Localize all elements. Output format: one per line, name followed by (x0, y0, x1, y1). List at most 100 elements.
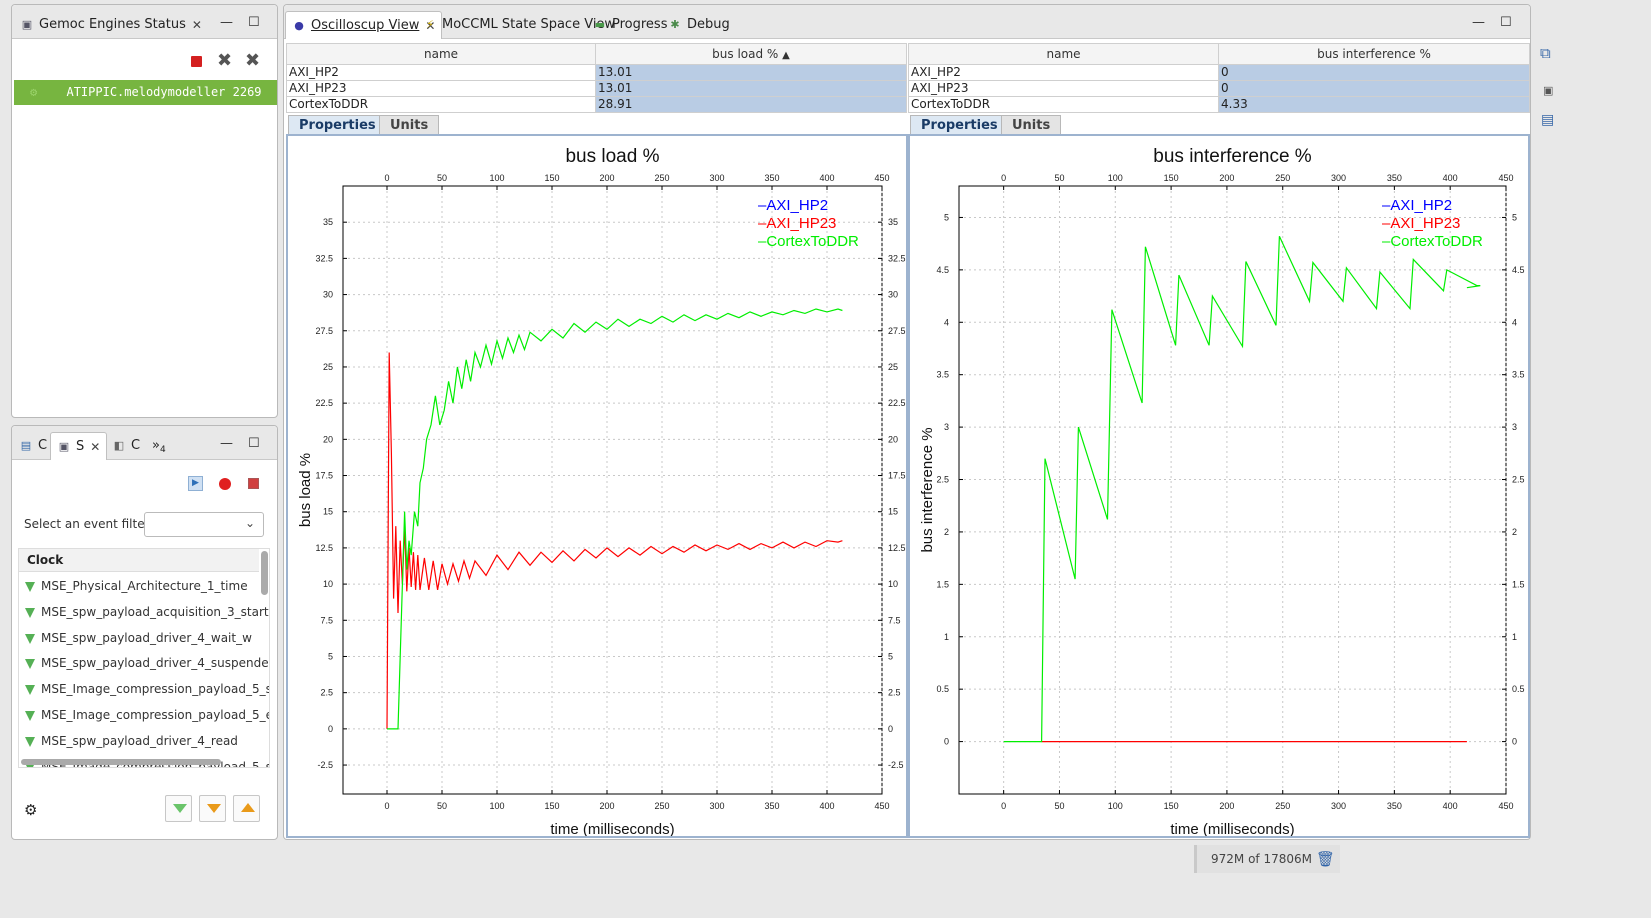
record-icon[interactable] (219, 478, 231, 490)
overflow-icon: » (152, 438, 160, 453)
clock-icon (25, 711, 35, 721)
row-value-cell: 28.91 (595, 96, 907, 113)
horizontal-scrollbar[interactable] (21, 759, 221, 765)
y-tick-label-right: 20 (888, 434, 898, 444)
restore-icon[interactable]: ⧉ (1540, 44, 1551, 62)
bus-interference-chart-svg: bus interference %0050501001001501502002… (919, 146, 1525, 836)
settings-icon[interactable]: ⚙ (24, 801, 37, 819)
x-tick-label: 250 (1275, 801, 1290, 811)
play-icon[interactable]: ▶ (188, 476, 203, 491)
clock-list: Clock MSE_Physical_Architecture_1_time MS… (18, 548, 270, 768)
minimize-icon[interactable]: — (220, 436, 233, 451)
y-tick-label: 4 (944, 317, 949, 327)
tab-debug[interactable]: ✱ Debug (662, 11, 736, 38)
y-tick-label-right: 1 (1512, 632, 1517, 642)
y-tick-label: 0 (944, 737, 949, 747)
vertical-scrollbar[interactable] (261, 551, 268, 595)
garbage-collect-icon[interactable]: 🗑 (1316, 850, 1335, 868)
stop-icon[interactable] (191, 56, 202, 67)
sort-ascending-icon: ▲ (782, 50, 790, 61)
plot-frame (342, 185, 883, 795)
chart-title: bus load % (565, 146, 659, 167)
x-tick-label: 450 (1498, 801, 1513, 811)
y-tick-label: 25 (323, 362, 333, 372)
tab-s[interactable]: ▣ S ✕ (50, 432, 108, 460)
row-value-cell: 13.01 (595, 80, 907, 97)
table-row[interactable]: CortexToDDR 28.91 (286, 96, 907, 113)
maximize-icon[interactable]: ☐ (248, 436, 260, 451)
name-column-header[interactable]: name (908, 43, 1219, 65)
clock-column-header[interactable]: Clock (19, 549, 259, 572)
tab-c1[interactable]: ▤ C (13, 432, 53, 459)
y-tick-label-right: 2 (1512, 527, 1517, 537)
minimized-view-icon[interactable]: ▣ (1543, 84, 1553, 97)
remove-all-icon[interactable]: ✖ (245, 50, 260, 71)
list-item[interactable]: MSE_Image_compression_payload_5_stop (41, 682, 269, 696)
series-line-cortextoddr (1003, 236, 1481, 743)
list-item[interactable]: MSE_Physical_Architecture_1_time (41, 579, 248, 593)
table-row[interactable]: CortexToDDR 4.33 (908, 96, 1530, 113)
x-tick-label-top: 400 (819, 173, 834, 183)
tab-c2-label: C (131, 438, 141, 453)
filter-up-orange-button[interactable] (233, 795, 260, 822)
list-item[interactable]: MSE_Image_compression_payload_5_exe (41, 708, 269, 722)
list-item[interactable]: MSE_spw_payload_acquisition_3_start (41, 605, 269, 619)
list-item[interactable]: MSE_spw_payload_driver_4_suspended (41, 656, 269, 670)
row-name-cell: CortexToDDR (286, 96, 596, 113)
table-row[interactable]: AXI_HP23 0 (908, 80, 1530, 97)
stop-icon[interactable] (248, 478, 259, 489)
name-column-header[interactable]: name (286, 43, 596, 65)
y-tick-label-right: 12.5 (888, 543, 906, 553)
engines-tabbar: ▣ Gemoc Engines Status ✕ — ☐ (12, 5, 277, 39)
bus-interference-column-header[interactable]: bus interference % (1218, 43, 1530, 65)
tab-properties-left[interactable]: Properties (288, 115, 387, 135)
x-tick-label-top: 100 (1108, 173, 1123, 183)
table-row[interactable]: AXI_HP23 13.01 (286, 80, 907, 97)
y-tick-label-right: 5 (888, 651, 893, 661)
bus-load-column-header[interactable]: bus load % ▲ (595, 43, 907, 65)
x-tick-label: 250 (654, 801, 669, 811)
x-tick-label-top: 0 (384, 173, 389, 183)
remove-icon[interactable]: ✖ (217, 50, 232, 71)
minimize-icon[interactable]: — (220, 15, 233, 30)
minimize-icon[interactable]: — (1472, 15, 1485, 30)
close-icon[interactable]: ✕ (90, 440, 100, 454)
table-row[interactable]: AXI_HP2 0 (908, 64, 1530, 81)
tab-progress[interactable]: ▬ Progress (587, 11, 673, 38)
legend-entry: –AXI_HP2 (1382, 197, 1452, 214)
engine-row[interactable]: ⚙ ATIPPIC.melodymodeller 2269 (14, 80, 277, 105)
filter-down-green-button[interactable] (165, 795, 192, 822)
close-icon[interactable]: ✕ (192, 18, 202, 32)
tab-engines-status[interactable]: ▣ Gemoc Engines Status ✕ (14, 11, 208, 38)
outline-view-icon[interactable]: ▤ (1541, 112, 1554, 128)
row-name-cell: AXI_HP23 (286, 80, 596, 97)
engine-icon: ▣ (21, 17, 33, 31)
tab-units-left[interactable]: Units (379, 115, 440, 135)
x-tick-label-top: 50 (1054, 173, 1064, 183)
oscilloscope-panel: ● Oscilloscup View ✕ ⚡ MoCCML State Spac… (283, 4, 1531, 840)
tab-overflow[interactable]: » 4 (146, 432, 172, 459)
tab-oscilloscope-label: Oscilloscup View (311, 18, 420, 33)
event-filter-select[interactable]: ⌄ (144, 512, 264, 537)
bus-load-chart-svg: bus load %005050100100150150200200250250… (297, 146, 906, 836)
list-item[interactable]: MSE_spw_payload_driver_4_wait_w (41, 631, 252, 645)
maximize-icon[interactable]: ☐ (248, 15, 260, 30)
right-trim: ⧉ ▣ ▤ (1534, 40, 1564, 140)
x-tick-label: 50 (437, 801, 447, 811)
y-tick-label-right: 17.5 (888, 471, 906, 481)
x-tick-label-top: 50 (437, 173, 447, 183)
tab-units-right[interactable]: Units (1001, 115, 1062, 135)
filter-down-orange-button[interactable] (199, 795, 226, 822)
clock-icon (25, 736, 35, 747)
y-tick-label: 2 (944, 527, 949, 537)
list-item[interactable]: MSE_spw_payload_driver_4_read (41, 734, 238, 748)
y-tick-label: 32.5 (315, 253, 333, 263)
progress-icon: ▬ (594, 17, 606, 31)
y-tick-label: 15 (323, 507, 333, 517)
tab-c2[interactable]: ◧ C (106, 432, 146, 459)
maximize-icon[interactable]: ☐ (1500, 15, 1512, 30)
name-header-label: name (423, 47, 459, 61)
table-row[interactable]: AXI_HP2 13.01 (286, 64, 907, 81)
tab-properties-right[interactable]: Properties (910, 115, 1009, 135)
name-header-label: name (1046, 47, 1081, 61)
